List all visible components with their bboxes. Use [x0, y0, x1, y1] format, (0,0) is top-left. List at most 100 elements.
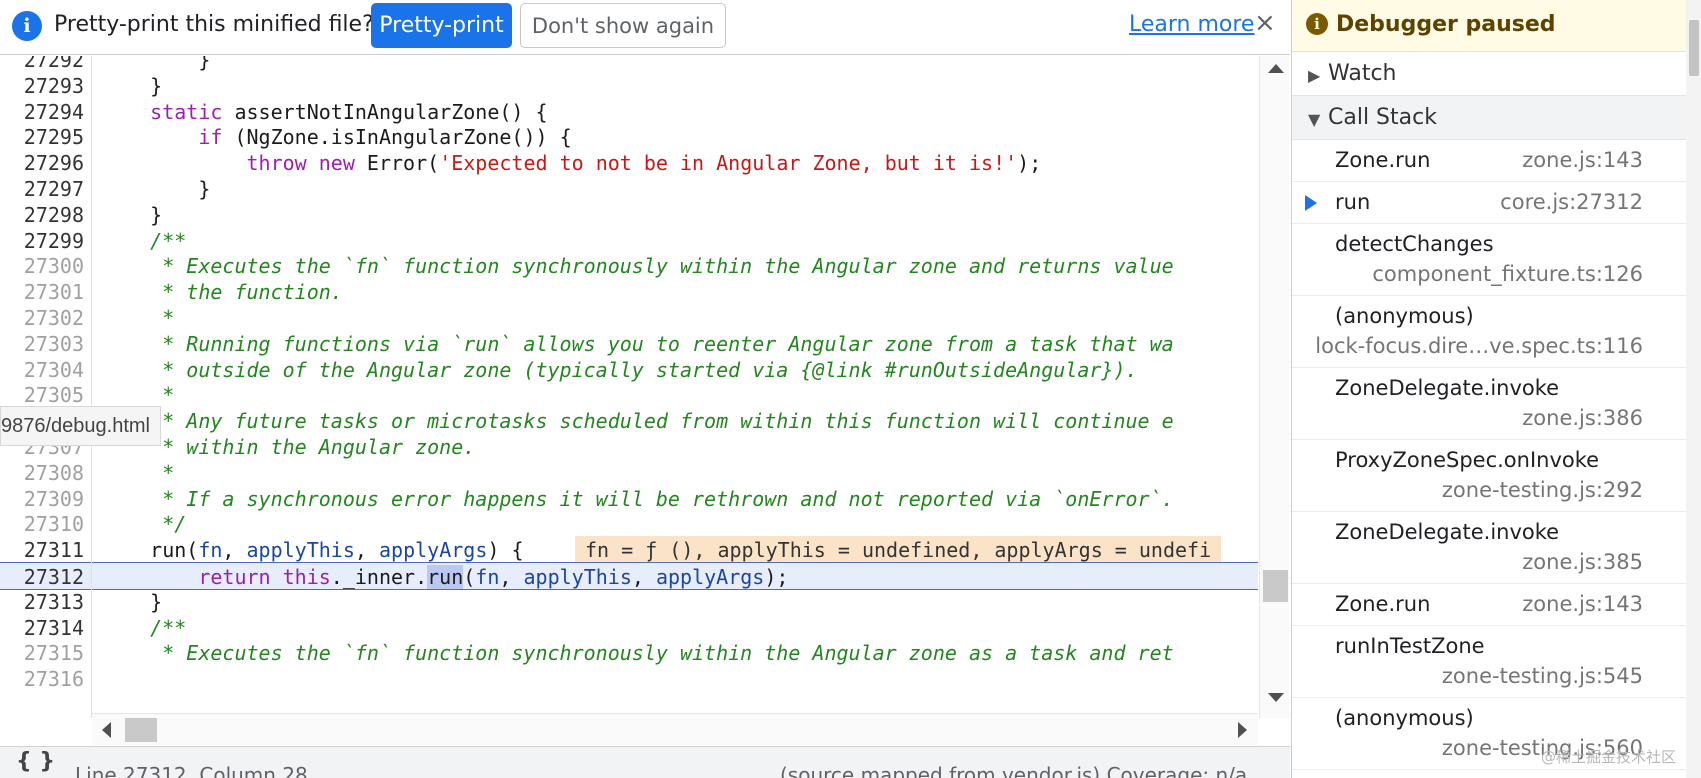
vertical-scroll-thumb[interactable]: [1263, 570, 1288, 602]
line-number[interactable]: 27304: [0, 356, 84, 384]
frame-location[interactable]: core.js:27312: [1500, 190, 1643, 214]
line-number[interactable]: 27293: [0, 72, 84, 100]
frame-location[interactable]: lock-focus.dire…ve.spec.ts:116: [1315, 334, 1643, 358]
frame-function-name: ProxyZoneSpec.onInvoke: [1335, 448, 1600, 472]
frame-location[interactable]: zone.js:143: [1522, 148, 1643, 172]
code-line[interactable]: 27294 static assertNotInAngularZone() {: [0, 98, 1258, 126]
code-line[interactable]: 27295 if (NgZone.isInAngularZone()) {: [0, 123, 1258, 151]
code-line[interactable]: 27293 }: [0, 72, 1258, 100]
code-line[interactable]: 27305 *: [0, 381, 1258, 409]
frame-location[interactable]: zone.js:385: [1522, 550, 1643, 574]
line-number[interactable]: 27295: [0, 123, 84, 151]
scroll-left-arrow-icon[interactable]: [102, 722, 111, 738]
code-token: ,: [354, 538, 379, 563]
line-number[interactable]: 27300: [0, 252, 84, 280]
line-number[interactable]: 27312: [0, 563, 84, 591]
code-text: * Any future tasks or microtasks schedul…: [102, 407, 1173, 435]
code-line[interactable]: 27297 }: [0, 175, 1258, 203]
code-editor[interactable]: 27292 } 27293 } 27294 static assertNotInAn…: [0, 56, 1258, 718]
code-line[interactable]: 27304 * outside of the Angular zone (typ…: [0, 356, 1258, 384]
code-text: * Executes the `fn` function synchronous…: [102, 639, 1173, 667]
code-text: /**: [102, 227, 186, 255]
scroll-right-arrow-icon[interactable]: [1238, 722, 1247, 738]
call-stack-section-header[interactable]: ▼ Call Stack: [1292, 96, 1686, 140]
code-line[interactable]: 27301 * the function.: [0, 278, 1258, 306]
code-line[interactable]: 27302 *: [0, 304, 1258, 332]
horizontal-scrollbar[interactable]: [92, 713, 1258, 745]
call-stack-frame[interactable]: ZoneDelegate.invoke zone.js:386: [1292, 368, 1686, 440]
code-line[interactable]: 27300 * Executes the `fn` function synch…: [0, 252, 1258, 280]
call-stack-frame[interactable]: Zone.run zone.js:143: [1292, 584, 1686, 626]
line-number[interactable]: 27299: [0, 227, 84, 255]
vertical-scrollbar[interactable]: [1259, 56, 1290, 718]
line-number[interactable]: 27294: [0, 98, 84, 126]
code-token: new: [318, 151, 355, 176]
debugger-paused-banner: i Debugger paused: [1292, 0, 1686, 52]
infobar-message: Pretty-print this minified file?: [54, 12, 374, 37]
call-stack-frame[interactable]: ProxyZoneSpec.onInvoke zone-testing.js:29…: [1292, 440, 1686, 512]
line-number[interactable]: 27303: [0, 330, 84, 358]
line-number[interactable]: 27310: [0, 510, 84, 538]
close-icon[interactable]: ×: [1254, 8, 1276, 38]
frame-function-name: ZoneDelegate.invoke: [1335, 520, 1560, 544]
line-number[interactable]: 27301: [0, 278, 84, 306]
current-execution-line[interactable]: 27312 return this._inner.run(fn, applyTh…: [0, 562, 1258, 590]
code-line[interactable]: 27308 *: [0, 459, 1258, 487]
code-text: * Running functions via `run` allows you…: [102, 330, 1173, 358]
pretty-print-button[interactable]: Pretty-print: [371, 3, 512, 48]
frame-location[interactable]: zone-testing.js:292: [1442, 478, 1643, 502]
watch-label: Watch: [1328, 61, 1397, 86]
watermark-text: @稀土掘金技术社区: [1541, 748, 1677, 766]
code-text: if (NgZone.isInAngularZone()) {: [102, 123, 571, 151]
format-braces-icon[interactable]: { }: [16, 749, 55, 774]
scroll-down-arrow-icon[interactable]: [1268, 693, 1284, 702]
debugger-sidebar: i Debugger paused ▶ Watch ▼ Call Stack Z…: [1291, 0, 1701, 778]
code-line[interactable]: 27309 * If a synchronous error happens i…: [0, 485, 1258, 513]
line-number[interactable]: 27309: [0, 485, 84, 513]
code-line[interactable]: 27303 * Running functions via `run` allo…: [0, 330, 1258, 358]
frame-location[interactable]: zone.js:386: [1522, 406, 1643, 430]
call-stack-frame[interactable]: run core.js:27312: [1292, 182, 1686, 224]
code-line[interactable]: 27313 }: [0, 588, 1258, 616]
learn-more-link[interactable]: Learn more: [1129, 12, 1254, 37]
code-line[interactable]: 27316: [0, 665, 1258, 693]
call-stack-frame[interactable]: ZoneDelegate.invoke zone.js:385: [1292, 512, 1686, 584]
code-token: applyArgs: [655, 565, 765, 589]
code-line[interactable]: 27299 /**: [0, 227, 1258, 255]
line-number[interactable]: 27311: [0, 536, 84, 564]
code-line[interactable]: 27298 }: [0, 201, 1258, 229]
sidebar-scroll-thumb[interactable]: [1689, 20, 1699, 76]
call-stack-frame[interactable]: detectChanges component_fixture.ts:126: [1292, 224, 1686, 296]
line-number[interactable]: 27316: [0, 665, 84, 693]
line-number[interactable]: 27296: [0, 149, 84, 177]
line-number[interactable]: 27313: [0, 588, 84, 616]
code-line[interactable]: 27307 * within the Angular zone.: [0, 433, 1258, 461]
code-line[interactable]: 27306 * Any future tasks or microtasks s…: [0, 407, 1258, 435]
frame-location[interactable]: component_fixture.ts:126: [1372, 262, 1643, 286]
line-number[interactable]: 27298: [0, 201, 84, 229]
call-stack-frame[interactable]: Zone.run zone.js:143: [1292, 140, 1686, 182]
sidebar-scrollbar[interactable]: [1686, 0, 1701, 778]
code-line[interactable]: 27310 */: [0, 510, 1258, 538]
frame-location[interactable]: zone.js:143: [1522, 592, 1643, 616]
horizontal-scroll-thumb[interactable]: [125, 718, 157, 742]
code-line[interactable]: 27315 * Executes the `fn` function synch…: [0, 639, 1258, 667]
dont-show-again-button[interactable]: Don't show again: [520, 3, 726, 48]
scroll-up-arrow-icon[interactable]: [1268, 64, 1284, 73]
code-line[interactable]: 27314 /**: [0, 614, 1258, 642]
code-token: }: [102, 73, 163, 98]
code-text: */: [102, 510, 186, 538]
url-tooltip: 9876/debug.html: [0, 406, 162, 446]
line-number[interactable]: 27297: [0, 175, 84, 203]
line-number[interactable]: 27308: [0, 459, 84, 487]
watch-section-header[interactable]: ▶ Watch: [1292, 52, 1686, 96]
call-stack-frame[interactable]: runInTestZone zone-testing.js:545: [1292, 626, 1686, 698]
code-text: run(fn, applyThis, applyArgs) {: [102, 536, 523, 564]
call-stack-frame[interactable]: (anonymous) lock-focus.dire…ve.spec.ts:11…: [1292, 296, 1686, 368]
line-number[interactable]: 27302: [0, 304, 84, 332]
line-number[interactable]: 27315: [0, 639, 84, 667]
code-line[interactable]: 27296 throw new Error('Expected to not b…: [0, 149, 1258, 177]
code-line[interactable]: 27311 run(fn, applyThis, applyArgs) {fn …: [0, 536, 1258, 565]
frame-location[interactable]: zone-testing.js:545: [1442, 664, 1643, 688]
line-number[interactable]: 27314: [0, 614, 84, 642]
